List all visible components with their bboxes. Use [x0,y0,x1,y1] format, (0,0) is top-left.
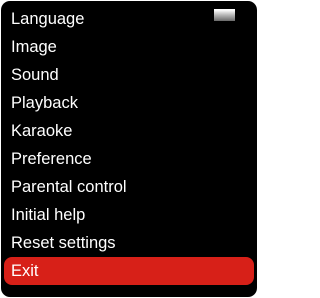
menu-list: Language Image Sound Playback Karaoke Pr… [1,5,257,285]
menu-item-parental-control[interactable]: Parental control [1,173,257,201]
menu-item-initial-help[interactable]: Initial help [1,201,257,229]
menu-item-karaoke[interactable]: Karaoke [1,117,257,145]
menu-item-playback[interactable]: Playback [1,89,257,117]
menu-item-sound[interactable]: Sound [1,61,257,89]
settings-menu: Language Image Sound Playback Karaoke Pr… [1,1,257,297]
menu-item-language[interactable]: Language [1,5,257,33]
menu-item-reset-settings[interactable]: Reset settings [1,229,257,257]
menu-item-preference[interactable]: Preference [1,145,257,173]
menu-item-image[interactable]: Image [1,33,257,61]
menu-item-exit[interactable]: Exit [4,257,254,285]
